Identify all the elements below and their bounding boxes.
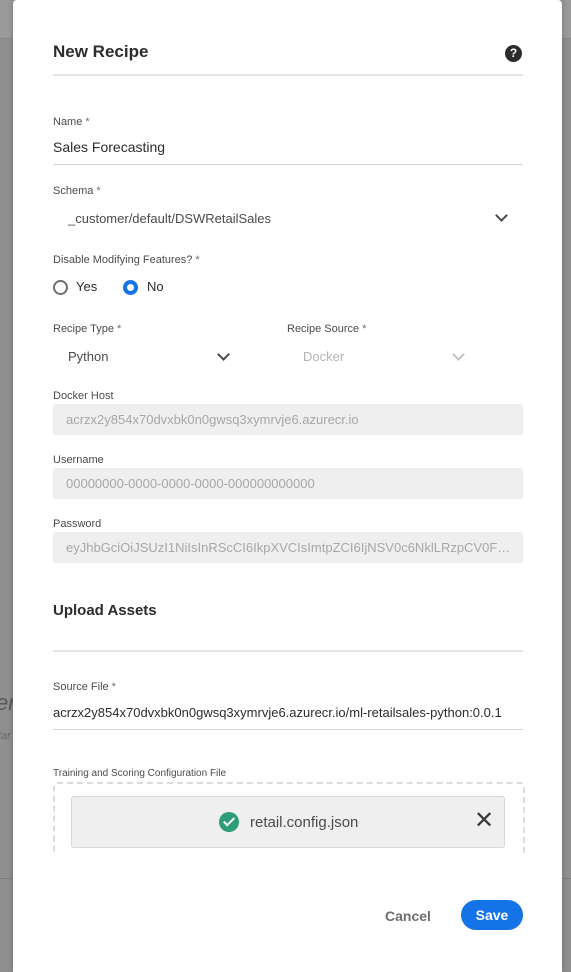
name-input-underline [53,164,523,165]
source-file-underline [53,729,523,730]
password-label: Password [53,518,102,530]
chevron-down-icon[interactable] [495,209,508,222]
username-value: 00000000-0000-0000-0000-000000000000 [66,476,315,491]
recipe-source-label: Recipe Source * [287,323,367,335]
source-file-input[interactable]: acrzx2y854x70dvxbk0n0gwsq3xymrvje6.azure… [53,705,502,720]
check-circle-icon [219,812,239,832]
dialog-title: New Recipe [53,42,149,61]
recipe-source-select: Docker [303,349,345,364]
new-recipe-dialog: New Recipe ? Name * Sales Forecasting Sch… [13,0,562,972]
radio-yes-label[interactable]: Yes [76,279,97,294]
radio-no[interactable] [123,280,138,295]
upload-assets-title: Upload Assets [53,602,157,619]
chevron-down-icon[interactable] [217,348,230,361]
docker-host-value: acrzx2y854x70dvxbk0n0gwsq3xymrvje6.azure… [66,412,359,427]
uploaded-file-name: retail.config.json [250,814,359,831]
close-icon[interactable]: ✕ [474,809,494,833]
username-field: 00000000-0000-0000-0000-000000000000 [53,468,523,499]
uploaded-file-card: retail.config.json ✕ [71,796,505,848]
radio-no-label[interactable]: No [147,279,164,294]
name-label: Name * [53,116,90,128]
header-divider [53,74,523,76]
docker-host-field: acrzx2y854x70dvxbk0n0gwsq3xymrvje6.azure… [53,404,523,435]
cancel-button[interactable]: Cancel [375,902,441,930]
username-label: Username [53,454,104,466]
schema-select[interactable]: _customer/default/DSWRetailSales [68,211,271,226]
question-circle-icon[interactable]: ? [505,45,522,62]
docker-host-label: Docker Host [53,390,114,402]
chevron-down-icon [452,348,465,361]
source-file-label: Source File * [53,681,116,693]
recipe-type-label: Recipe Type * [53,323,122,335]
password-value: eyJhbGciOiJSUzI1NiIsInRScCI6IkpXVCIsImtp… [66,540,511,555]
backdrop-partial-subtext: tar [0,730,11,742]
save-button[interactable]: Save [461,900,523,930]
recipe-type-select[interactable]: Python [68,349,108,364]
upload-divider [53,650,523,652]
disable-modifying-label: Disable Modifying Features? * [53,254,200,266]
password-field: eyJhbGciOiJSUzI1NiIsInRScCI6IkpXVCIsImtp… [53,532,523,563]
config-file-label: Training and Scoring Configuration File [53,768,227,779]
radio-yes[interactable] [53,280,68,295]
schema-label: Schema * [53,185,101,197]
name-input[interactable]: Sales Forecasting [53,139,165,155]
